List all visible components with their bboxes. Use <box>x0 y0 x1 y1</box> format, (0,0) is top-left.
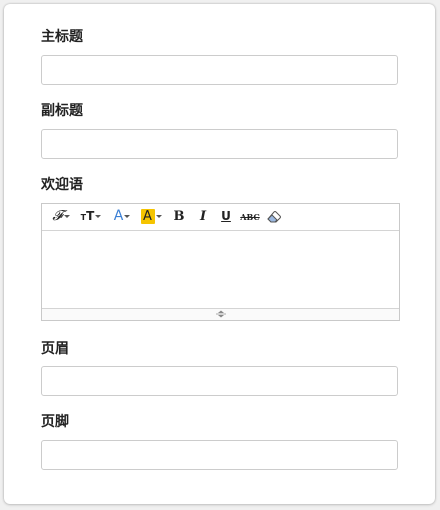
editor-toolbar: 𝓕 TT A A B I U ABC <box>42 204 399 231</box>
chevron-down-icon <box>95 215 102 218</box>
clear-format-button[interactable] <box>265 207 283 226</box>
italic-button[interactable]: I <box>195 207 211 226</box>
font-size-button[interactable]: TT <box>79 207 103 226</box>
editor-content-area[interactable] <box>42 231 399 309</box>
title-input[interactable] <box>41 55 398 85</box>
font-size-icon: TT <box>80 209 95 223</box>
font-family-icon: 𝓕 <box>52 208 63 224</box>
chevron-down-icon <box>63 215 70 218</box>
header-label: 页眉 <box>41 341 69 357</box>
footer-input[interactable] <box>41 440 398 470</box>
chevron-down-icon <box>124 215 131 218</box>
underline-icon: U <box>221 209 231 223</box>
footer-label: 页脚 <box>41 414 69 430</box>
font-color-icon: A <box>113 208 124 224</box>
bold-icon: B <box>173 209 185 224</box>
font-family-button[interactable]: 𝓕 <box>50 207 72 226</box>
italic-icon: I <box>199 209 207 224</box>
settings-card: 主标题 副标题 欢迎语 𝓕 TT A A B I U ABC 页眉 页脚 <box>4 4 435 504</box>
highlight-icon: A <box>140 209 155 224</box>
highlight-button[interactable]: A <box>138 207 164 226</box>
subtitle-label: 副标题 <box>41 103 83 119</box>
bold-button[interactable]: B <box>171 207 187 226</box>
welcome-rich-text-editor: 𝓕 TT A A B I U ABC <box>41 203 400 321</box>
strikethrough-icon: ABC <box>240 212 260 222</box>
eraser-icon <box>266 211 281 223</box>
chevron-down-icon <box>155 215 162 218</box>
editor-resize-bar <box>42 308 399 320</box>
font-color-button[interactable]: A <box>111 207 133 226</box>
header-input[interactable] <box>41 366 398 396</box>
subtitle-input[interactable] <box>41 129 398 159</box>
strikethrough-button[interactable]: ABC <box>240 207 260 226</box>
welcome-label: 欢迎语 <box>41 177 83 193</box>
resize-handle-icon[interactable] <box>213 310 229 318</box>
title-label: 主标题 <box>41 29 83 45</box>
underline-button[interactable]: U <box>218 207 234 226</box>
